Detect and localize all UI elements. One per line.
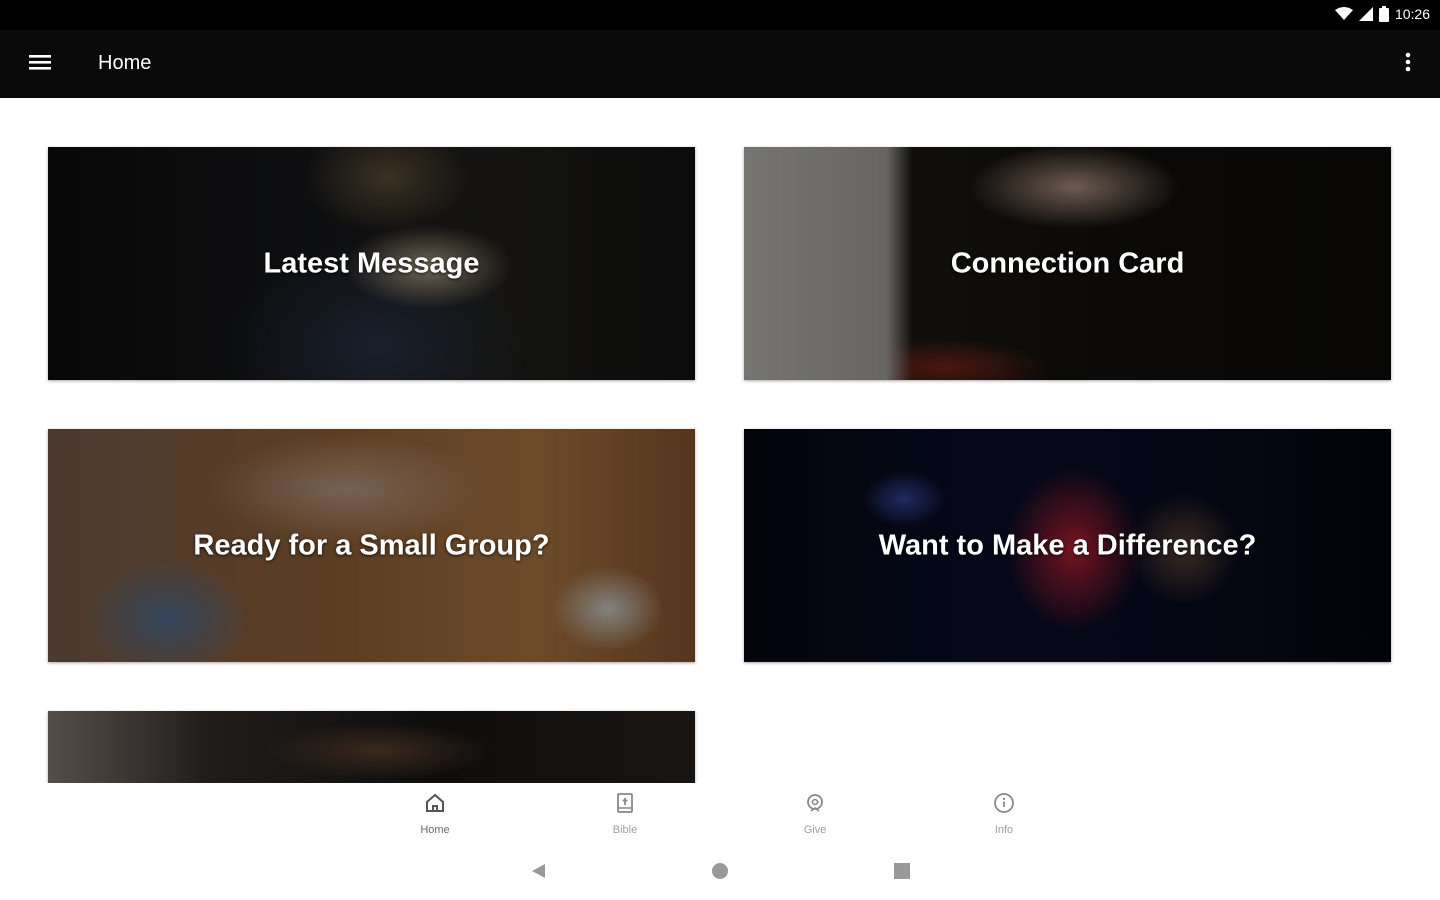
card-title: Connection Card [950,247,1185,279]
app-bar: Home [0,30,1440,98]
bottom-navigation: Home Bible Give Info [0,783,1440,843]
card-title: Ready for a Small Group? [193,529,550,561]
nav-item-give[interactable]: Give [775,791,855,836]
hamburger-menu-icon [29,54,51,75]
system-recents-button[interactable] [890,861,914,885]
status-bar: 10:26 [0,0,1440,30]
nav-label: Home [420,824,450,836]
wifi-icon [1334,7,1353,21]
nav-item-info[interactable]: Info [964,791,1044,836]
status-time: 10:26 [1394,6,1430,22]
overflow-menu-button[interactable] [1396,48,1420,80]
give-icon [803,791,827,820]
nav-label: Give [803,824,827,836]
more-vert-icon [1405,52,1411,77]
nav-label: Info [994,824,1014,836]
back-triangle-icon [529,862,547,885]
card-latest-message[interactable]: Latest Message [48,147,695,380]
card-small-group[interactable]: Ready for a Small Group? [48,429,695,662]
menu-button[interactable] [22,48,58,80]
bible-icon [613,791,637,820]
nav-item-home[interactable]: Home [395,791,475,836]
card-title: Latest Message [263,247,480,279]
system-back-button[interactable] [526,861,550,885]
home-circle-icon [711,862,729,885]
signal-icon [1358,7,1373,21]
page-title: Home [98,52,152,74]
home-icon [423,791,447,820]
card-partial[interactable] [48,711,695,783]
nav-item-bible[interactable]: Bible [585,791,665,836]
content-area: Latest Message Connection Card Ready for… [0,98,1440,783]
info-icon [992,791,1016,820]
recents-square-icon [893,862,911,885]
status-icons: 10:26 [1334,6,1430,22]
card-title: Want to Make a Difference? [878,529,1257,561]
card-connection-card[interactable]: Connection Card [744,147,1391,380]
system-navigation-bar [0,843,1440,900]
battery-icon [1378,6,1389,22]
card-make-a-difference[interactable]: Want to Make a Difference? [744,429,1391,662]
system-home-button[interactable] [708,861,732,885]
nav-label: Bible [612,824,638,836]
